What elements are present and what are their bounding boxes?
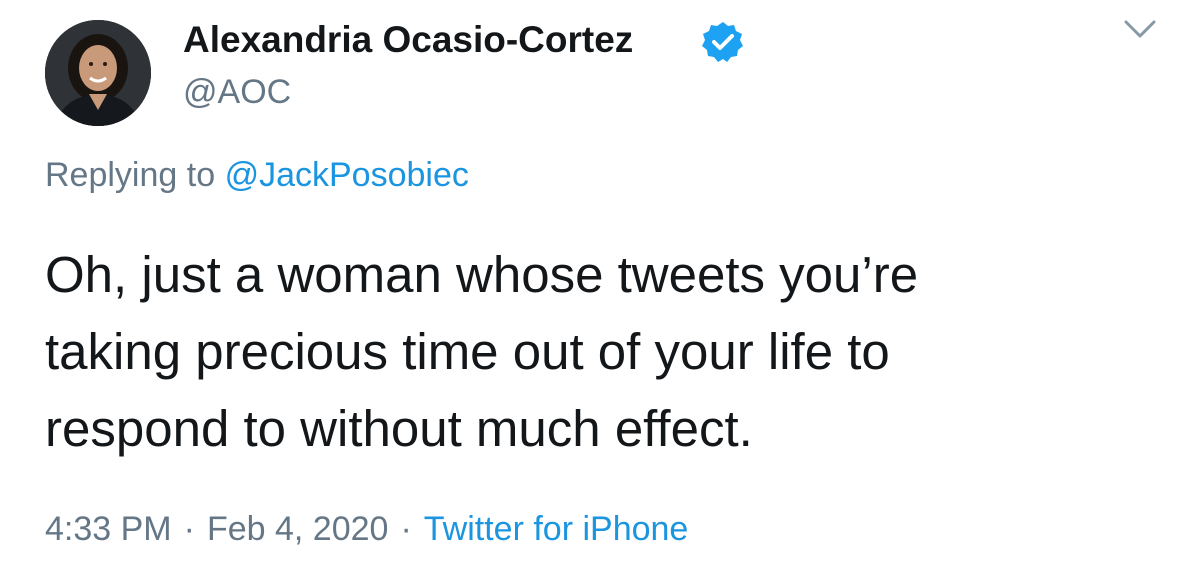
tweet-text-line: respond to without much effect. (45, 400, 753, 457)
reply-mention-link[interactable]: @JackPosobiec (225, 156, 469, 194)
author-name[interactable]: Alexandria Ocasio-Cortez (183, 18, 633, 62)
replying-to: Replying to @JackPosobiec (45, 155, 469, 195)
tweet-source-link[interactable]: Twitter for iPhone (424, 510, 689, 548)
avatar-image (45, 20, 151, 126)
tweet-date[interactable]: Feb 4, 2020 (207, 510, 388, 548)
tweet-text-line: taking precious time out of your life to (45, 323, 890, 380)
author-handle[interactable]: @AOC (183, 72, 291, 112)
separator: · (183, 510, 195, 548)
separator: · (400, 510, 412, 548)
tweet-time[interactable]: 4:33 PM (45, 510, 172, 548)
tweet-text: Oh, just a woman whose tweets you’re tak… (45, 236, 1145, 467)
tweet-card: Alexandria Ocasio-Cortez @AOC Replying t… (0, 0, 1200, 569)
verified-badge-icon (701, 20, 745, 64)
chevron-down-icon[interactable] (1120, 14, 1160, 44)
tweet-text-line: Oh, just a woman whose tweets you’re (45, 246, 919, 303)
tweet-metadata: 4:33 PM · Feb 4, 2020 · Twitter for iPhone (45, 508, 688, 550)
replying-prefix: Replying to (45, 156, 216, 194)
avatar[interactable] (45, 20, 151, 126)
